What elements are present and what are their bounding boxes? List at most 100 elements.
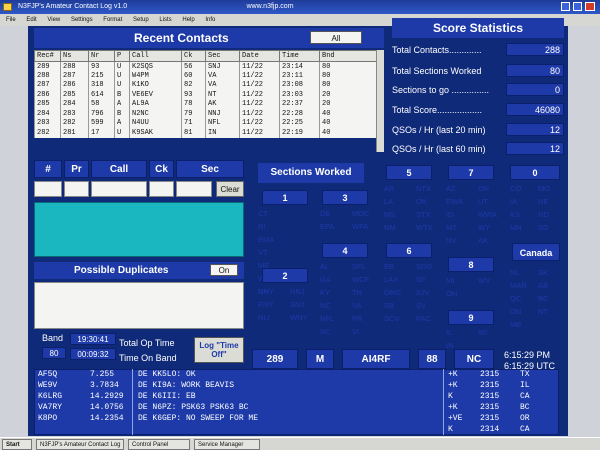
maximize-icon[interactable] [573,2,582,11]
table-row[interactable]: 282 281 17 U K9SAK 81 IN 11/22 22:19 40 [34,128,384,138]
col-ck[interactable]: Ck [181,50,206,62]
spot-row[interactable]: AF5Q 7.255 DE KK5LO: OK +K 2315 TX [34,370,559,381]
spot-call: K6LRG [38,392,63,401]
district-1-button[interactable]: 1 [262,190,308,205]
district-2-button[interactable]: 2 [262,268,308,283]
section-item: SC [320,327,331,336]
check-input[interactable] [149,181,174,197]
spot-freq: 14.0756 [90,403,124,412]
precedence-input[interactable] [64,181,89,197]
district-5-button[interactable]: 5 [386,165,432,180]
recent-filter-select[interactable]: All [310,31,362,44]
cell: 20 [319,90,384,100]
window-url: www.n3fjp.com [246,3,294,10]
cell: 288 [60,61,89,71]
spot-row[interactable]: K 2314 CA [34,425,559,436]
cell: 282 [34,128,61,138]
table-row[interactable]: 286 285 614 B VE6EV 93 NT 11/22 23:03 20 [34,90,384,100]
spot-sig: K [448,392,453,401]
section-item: MS [384,210,396,219]
district-7-button[interactable]: 7 [448,165,494,180]
section-item: KY [320,288,331,297]
menu-info[interactable]: Info [205,17,215,23]
district-9-button[interactable]: 9 [448,310,494,325]
taskbar-item-control-panel[interactable]: Control Panel [128,439,190,450]
recent-contacts-table[interactable]: Rec# Ns Nr P Call Ck Sec Date Time Bnd 2… [34,50,384,138]
spot-row[interactable]: VA7RY 14.0756 DE N6PZ: PSK63 PSK63 BC +K… [34,403,559,414]
table-row[interactable]: 283 282 599 A N4UU 71 NFL 11/22 22:25 40 [34,118,384,128]
menu-settings[interactable]: Settings [71,17,93,23]
start-button[interactable]: Start [2,439,32,450]
cell: 22:25 [279,118,320,128]
table-row[interactable]: 284 283 796 B N2NC 79 NNJ 11/22 22:28 40 [34,109,384,119]
stat-label-total-contacts: Total Contacts............. [392,45,482,55]
cell: B [114,90,130,100]
menu-lists[interactable]: Lists [159,17,171,23]
cell: SNJ [205,61,240,71]
section-item: AB [538,281,549,290]
cell: K2SQS [129,61,182,71]
canada-button[interactable]: Canada [512,243,560,261]
col-date[interactable]: Date [239,50,280,62]
spot-row[interactable]: WE9V 3.7834 DE KI9A: WORK BEAVIS +K 2315… [34,381,559,392]
table-row[interactable]: 285 284 58 A AL9A 78 AK 11/22 22:37 20 [34,99,384,109]
section-item: WWA [478,210,497,219]
cell: 80 [319,80,384,90]
taskbar-item-logger[interactable]: N3FJP's Amateur Contact Log [36,439,124,450]
minimize-icon[interactable] [561,2,570,11]
spot-freq: 7.255 [90,370,115,379]
menu-help[interactable]: Help [182,17,194,23]
district-3-button[interactable]: 3 [322,190,368,205]
menu-file[interactable]: File [6,17,16,23]
status-mycall: AI4RF [342,349,410,369]
section-item: PAC [416,314,431,323]
cell: 599 [88,118,115,128]
possible-duplicates-title: Possible Duplicates [74,265,169,276]
col-ns[interactable]: Ns [60,50,89,62]
menu-format[interactable]: Format [103,17,122,23]
status-mode: M [306,349,334,369]
menu-setup[interactable]: Setup [133,17,149,23]
col-nr[interactable]: Nr [88,50,115,62]
menu-view[interactable]: View [47,17,60,23]
duplicates-toggle[interactable]: On [210,264,238,276]
stat-value-total-contacts: 288 [506,43,564,56]
menu-edit[interactable]: Edit [26,17,36,23]
taskbar-item-service-manager[interactable]: Service Manager [194,439,260,450]
possible-duplicates-list[interactable] [34,282,244,329]
number-input[interactable] [34,181,62,197]
district-4-button[interactable]: 4 [322,243,368,258]
table-row[interactable]: 287 286 318 U K1KO 82 VA 11/22 23:08 80 [34,80,384,90]
district-8-button[interactable]: 8 [448,257,494,272]
close-icon[interactable] [585,2,595,11]
col-time[interactable]: Time [279,50,320,62]
section-item: WNY [290,313,308,322]
district-6-button[interactable]: 6 [386,243,432,258]
cell: 79 [181,109,206,119]
call-input[interactable] [91,181,147,197]
stat-value-qso-60: 12 [506,142,564,155]
col-sec[interactable]: Sec [205,50,240,62]
spot-row[interactable]: K8PO 14.2354 DE K6GEP: NO SWEEP FOR ME +… [34,414,559,425]
table-row[interactable]: 288 287 215 U W4PM 60 VA 11/22 23:11 80 [34,71,384,81]
clear-button[interactable]: Clear [216,181,244,197]
table-scrollbar[interactable] [376,50,384,152]
cell: 284 [60,99,89,109]
entry-header-number: # [34,160,62,178]
log-time-off-button[interactable]: Log "Time Off" [194,337,244,363]
spot-freq: 3.7834 [90,381,119,390]
col-rec[interactable]: Rec# [34,50,61,62]
col-p[interactable]: P [114,50,130,62]
cell: W4PM [129,71,182,81]
cell: 281 [60,128,89,138]
cell: A [114,118,130,128]
col-bnd[interactable]: Bnd [319,50,384,62]
spot-row[interactable]: K6LRG 14.2929 DE K6III: EB K 2315 CA [34,392,559,403]
cell: 60 [181,71,206,81]
table-row[interactable]: 289 288 93 U K2SQS 56 SNJ 11/22 23:14 80 [34,61,384,71]
col-call[interactable]: Call [129,50,182,62]
cell: 11/22 [239,128,280,138]
section-item: NFL [320,314,335,323]
district-0-button[interactable]: 0 [510,165,560,180]
section-input[interactable] [176,181,212,197]
